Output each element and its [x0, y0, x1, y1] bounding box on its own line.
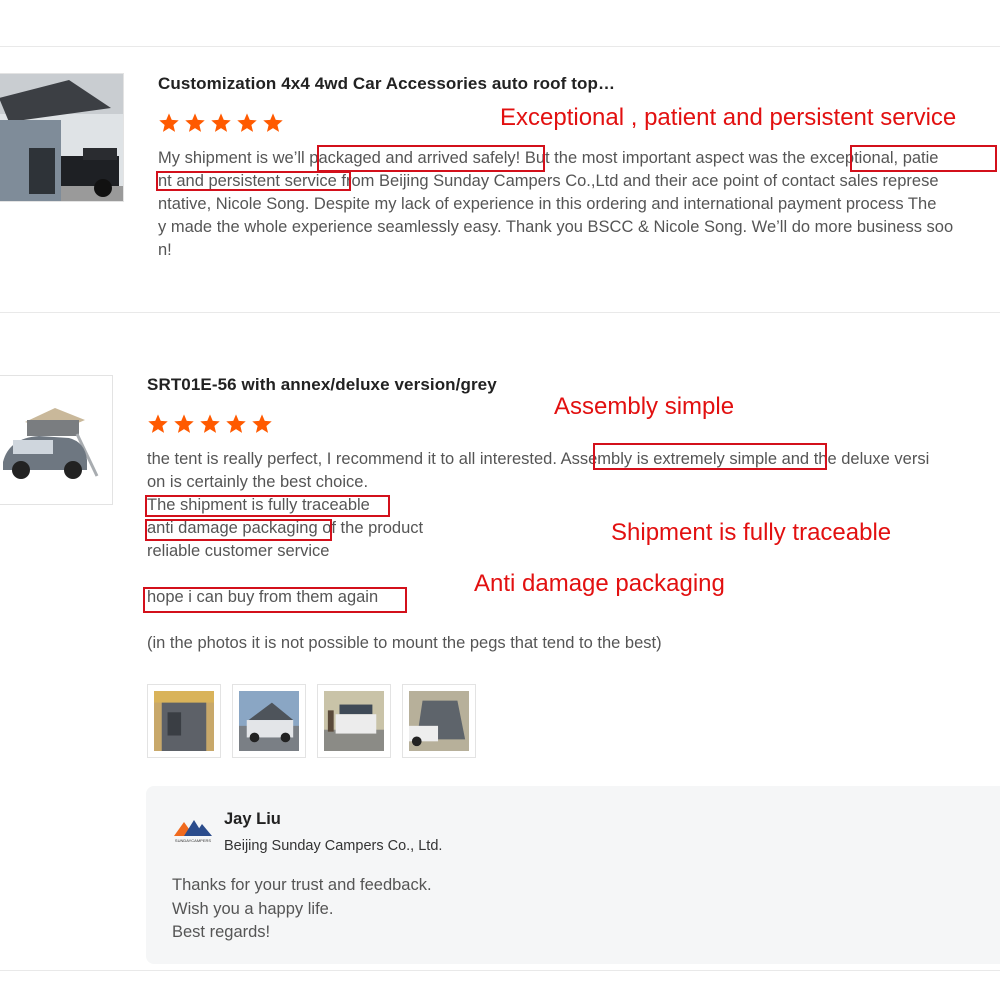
review-photo[interactable] [232, 684, 306, 758]
photo-2-icon [239, 691, 299, 751]
highlight-box [145, 495, 390, 517]
star-icon [263, 113, 283, 132]
star-icon [174, 414, 194, 433]
star-icon [159, 113, 179, 132]
photo-3-icon [324, 691, 384, 751]
review-line: reliable customer service [147, 542, 330, 560]
review-line: on is certainly the best choice. [147, 473, 369, 491]
product-title[interactable]: SRT01E-56 with annex/deluxe version/grey [147, 375, 497, 395]
highlight-box [850, 145, 997, 172]
svg-text:SUNDAYCAMPERS: SUNDAYCAMPERS [175, 838, 211, 843]
product-thumbnail[interactable] [0, 73, 124, 202]
review-line: y made the whole experience seamlessly e… [158, 218, 954, 236]
seller-reply: SUNDAYCAMPERS Jay Liu Beijing Sunday Cam… [146, 786, 1000, 964]
review-photo[interactable] [317, 684, 391, 758]
review-text: the tent is really perfect, I recommend … [147, 448, 1000, 655]
review-line: ntative, Nicole Song. Despite my lack of… [158, 195, 937, 213]
star-icon [252, 414, 272, 433]
annotation-assembly-simple: Assembly simple [554, 393, 735, 420]
reply-line: Best regards! [172, 923, 271, 941]
highlight-box [145, 519, 332, 541]
star-icon [200, 414, 220, 433]
review-line: (in the photos it is not possible to mou… [147, 634, 662, 652]
review-divider [0, 312, 1000, 313]
highlight-box [143, 587, 407, 613]
bottom-divider [0, 970, 1000, 971]
review-line: n! [158, 241, 172, 259]
review-photo[interactable] [147, 684, 221, 758]
photo-1-icon [154, 691, 214, 751]
mountain-logo-icon: SUNDAYCAMPERS [174, 820, 212, 843]
review-line: the tent is really perfect, I recommend … [147, 450, 930, 468]
star-icon [185, 113, 205, 132]
review-line [147, 563, 1000, 586]
roof-tent-annex-photo-icon [0, 74, 123, 201]
product-thumbnail[interactable] [0, 375, 113, 505]
top-divider [0, 46, 1000, 47]
star-icon [211, 113, 231, 132]
star-icon [148, 414, 168, 433]
highlight-box [593, 443, 827, 470]
star-icon [226, 414, 246, 433]
annotation-exceptional-service: Exceptional , patient and persistent ser… [500, 104, 957, 131]
highlight-box [317, 145, 545, 172]
replier-company: Beijing Sunday Campers Co., Ltd. [224, 838, 443, 854]
star-icon [237, 113, 257, 132]
company-logo: SUNDAYCAMPERS [172, 812, 214, 844]
product-title[interactable]: Customization 4x4 4wd Car Accessories au… [158, 74, 615, 94]
reply-text: Thanks for your trust and feedback. Wish… [172, 874, 432, 945]
highlight-box [156, 171, 351, 191]
star-rating [158, 112, 284, 134]
star-rating [147, 413, 273, 435]
reply-line: Thanks for your trust and feedback. [172, 876, 432, 894]
replier-name: Jay Liu [224, 810, 281, 828]
photo-4-icon [409, 691, 469, 751]
reply-line: Wish you a happy life. [172, 899, 334, 918]
car-roof-tent-photo-icon [0, 376, 112, 504]
review-photo[interactable] [402, 684, 476, 758]
